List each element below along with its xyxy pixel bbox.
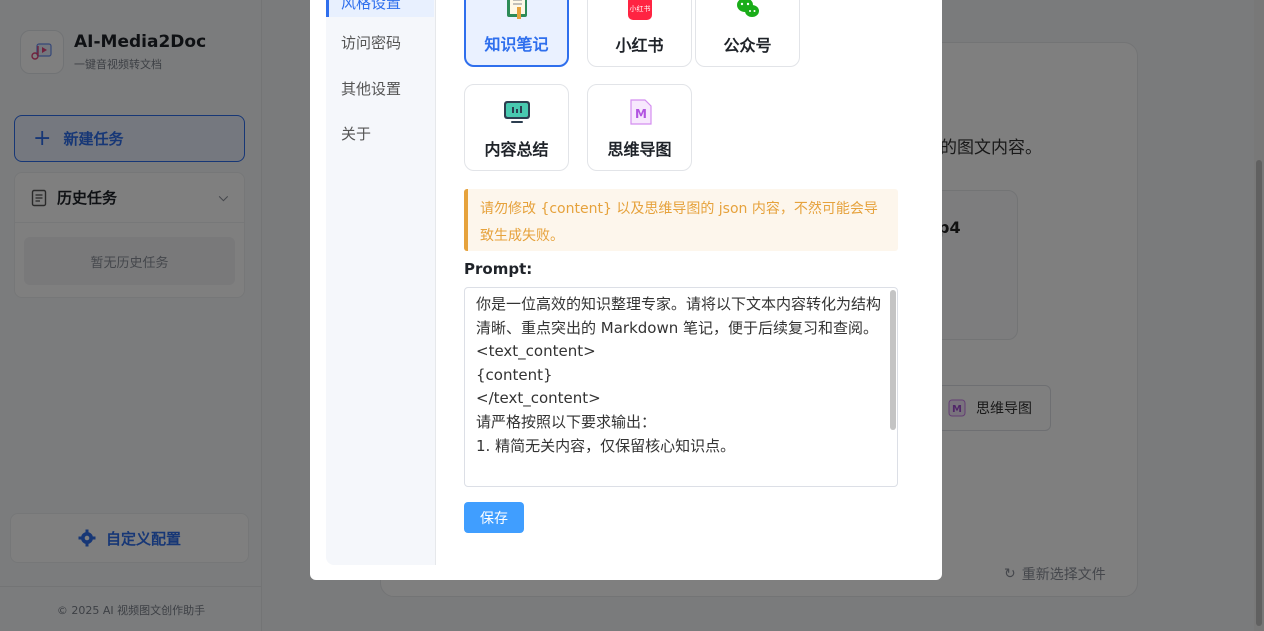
prompt-textarea[interactable]: 你是一位高效的知识整理专家。请将以下文本内容转化为结构清晰、重点突出的 Mark… <box>464 287 898 487</box>
style-card-label: 知识笔记 <box>484 35 549 54</box>
prompt-label: Prompt: <box>464 260 533 278</box>
style-card-label: 思维导图 <box>607 140 672 159</box>
xhs-icon-text: 小红书 <box>629 4 650 13</box>
style-card-summary[interactable]: 内容总结 <box>464 84 569 171</box>
style-card-label: 内容总结 <box>484 140 549 159</box>
nav-item-about[interactable]: 关于 <box>341 123 371 144</box>
style-card-mindmap[interactable]: M 思维导图 <box>587 84 692 171</box>
prompt-text: 你是一位高效的知识整理专家。请将以下文本内容转化为结构清晰、重点突出的 Mark… <box>476 295 882 455</box>
textarea-scrollbar[interactable] <box>890 290 896 430</box>
nav-item-other[interactable]: 其他设置 <box>341 78 401 99</box>
settings-nav: 风格设置 访问密码 其他设置 关于 <box>326 0 436 565</box>
settings-modal: 风格设置 访问密码 其他设置 关于 知识笔记 小红书 小红书 公众号 内容总结 … <box>310 0 942 580</box>
nav-item-password[interactable]: 访问密码 <box>341 32 401 53</box>
nav-item-style[interactable]: 风格设置 <box>326 0 434 17</box>
save-button[interactable]: 保存 <box>464 502 524 533</box>
xiaohongshu-icon: 小红书 <box>626 0 654 22</box>
notebook-icon <box>503 0 531 21</box>
style-card-xiaohongshu[interactable]: 小红书 小红书 <box>587 0 692 67</box>
mindmap-icon: M <box>626 98 654 126</box>
wechat-icon <box>734 0 762 22</box>
mindmap-icon-text: M <box>635 107 647 121</box>
nav-item-style-label: 风格设置 <box>341 0 402 12</box>
monitor-icon <box>503 98 531 126</box>
style-card-label: 公众号 <box>723 36 772 55</box>
warning-alert: 请勿修改 {content} 以及思维导图的 json 内容，不然可能会导致生成… <box>464 189 898 251</box>
style-card-knowledge-notes[interactable]: 知识笔记 <box>464 0 569 67</box>
style-card-wechat[interactable]: 公众号 <box>695 0 800 67</box>
style-card-label: 小红书 <box>615 36 664 55</box>
